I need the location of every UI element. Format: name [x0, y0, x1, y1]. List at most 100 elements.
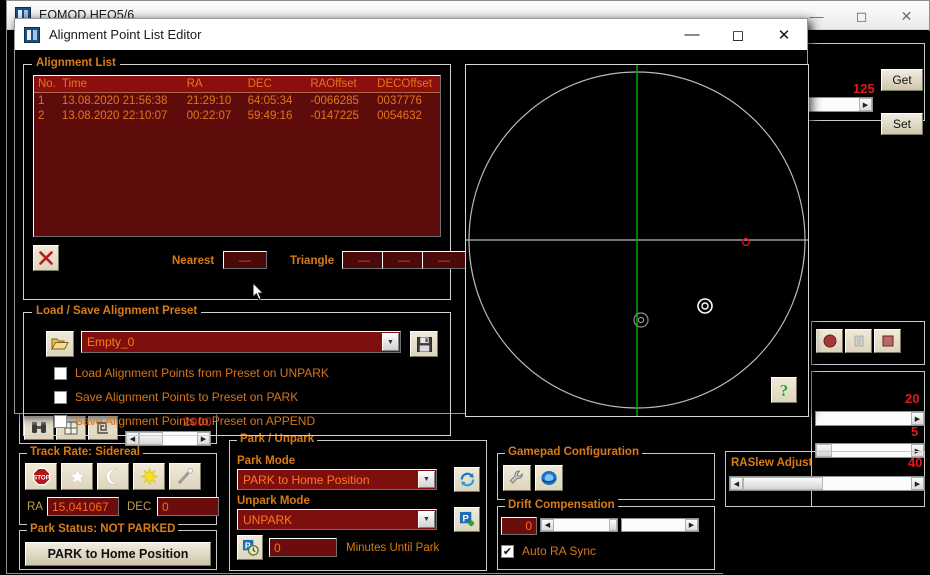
cell-ra: 21:29:10 — [183, 95, 244, 107]
save-on-park-label: Save Alignment Points to Preset on PARK — [75, 390, 298, 404]
delete-alignment-point-button[interactable] — [33, 245, 59, 271]
custom-rate-button[interactable] — [169, 463, 201, 490]
save-preset-button[interactable] — [410, 331, 438, 357]
load-save-preset-group: Load / Save Alignment Preset Empty_0 ▼ — [23, 312, 451, 436]
save-on-append-label: Save Alignment Points to Preset on APPEN… — [75, 414, 315, 428]
cell-decoffset: 0037776 — [373, 95, 440, 107]
green-question-mark-icon: ? — [775, 381, 793, 399]
triangle-value-3: — — [438, 253, 450, 267]
alignment-point-list-editor-dialog: Alignment Point List Editor — ◻ ✕ Alignm… — [14, 18, 808, 414]
gamepad-configure-button[interactable] — [503, 465, 531, 491]
blue-e-icon — [540, 469, 558, 487]
unpark-mode-select[interactable]: UNPARK ▼ — [237, 509, 437, 530]
checkbox-row-save-on-park[interactable]: Save Alignment Points to Preset on PARK — [54, 390, 298, 404]
lunar-rate-button[interactable] — [97, 463, 129, 490]
nearest-label: Nearest — [172, 255, 214, 267]
column-header-time: Time — [58, 78, 183, 90]
column-header-dec: DEC — [244, 78, 307, 90]
preset-select[interactable]: Empty_0 ▼ — [81, 331, 401, 353]
nearest-value: — — [239, 253, 251, 267]
unpark-mode-value: UNPARK — [238, 513, 417, 527]
park-mode-select[interactable]: PARK to Home Position ▼ — [237, 469, 437, 490]
scroll-left-arrow[interactable]: ◀ — [541, 519, 554, 531]
park-mode-label: Park Mode — [237, 455, 295, 467]
scroll-thumb[interactable] — [609, 519, 617, 531]
park-timer-icon: P — [242, 539, 259, 556]
drift-value-input[interactable]: 0 — [501, 517, 537, 535]
auto-ra-sync-label: Auto RA Sync — [522, 544, 596, 558]
table-row[interactable]: 2 13.08.2020 22:10:07 00:22:07 59:49:16 … — [34, 108, 440, 123]
app-root: EQMOD HEQ5/6 — ◻ ✕ tting Area 0000 — [0, 0, 930, 574]
alignment-list-table[interactable]: No. Time RA DEC RAOffset DECOffset 1 13.… — [33, 75, 441, 237]
load-on-unpark-checkbox[interactable] — [54, 367, 67, 380]
floppy-disk-icon — [416, 336, 433, 353]
cell-dec: 59:49:16 — [244, 110, 307, 122]
triangle-value-2: — — [398, 253, 410, 267]
checkbox-row-load-on-unpark[interactable]: Load Alignment Points from Preset on UNP… — [54, 366, 329, 380]
red-x-icon — [37, 249, 55, 267]
dec-rate-input[interactable]: 0 — [157, 497, 219, 516]
gamepad-refresh-button[interactable] — [535, 465, 563, 491]
park-mode-value: PARK to Home Position — [238, 473, 417, 487]
dialog-titlebar[interactable]: Alignment Point List Editor — ◻ ✕ — [15, 19, 807, 50]
chevron-down-icon[interactable]: ▼ — [418, 471, 435, 488]
stop-sign-icon: STOP — [32, 467, 51, 486]
unpark-mode-label: Unpark Mode — [237, 495, 310, 507]
save-on-park-checkbox[interactable] — [54, 391, 67, 404]
cell-ra: 00:22:07 — [183, 110, 244, 122]
park-to-home-position-button[interactable]: PARK to Home Position — [25, 542, 211, 566]
park-timer-button[interactable]: P — [237, 535, 263, 560]
moon-icon — [104, 467, 123, 486]
park-to-home-position-label: PARK to Home Position — [48, 547, 189, 561]
minutes-until-park-input[interactable]: 0 — [269, 538, 337, 557]
preset-legend: Load / Save Alignment Preset — [32, 305, 201, 317]
drift-value: 0 — [525, 519, 532, 533]
cell-time: 13.08.2020 22:10:07 — [58, 110, 183, 122]
ra-rate-input[interactable]: 15,041067 — [47, 497, 119, 516]
dialog-minimize-button[interactable]: — — [669, 19, 715, 50]
drift-legend: Drift Compensation — [505, 499, 618, 511]
table-row[interactable]: 1 13.08.2020 21:56:38 21:29:10 64:05:34 … — [34, 93, 440, 108]
add-park-position-icon: P — [459, 511, 476, 528]
add-park-position-button[interactable]: P — [454, 507, 480, 532]
refresh-park-button[interactable] — [454, 467, 480, 492]
sky-view-canvas[interactable]: ? — [465, 64, 809, 417]
alignment-list-legend: Alignment List — [32, 57, 120, 69]
auto-ra-sync-row[interactable]: ✔ Auto RA Sync — [501, 544, 596, 558]
dialog-close-button[interactable]: ✕ — [761, 19, 807, 50]
minutes-until-park-value: 0 — [274, 541, 281, 555]
nearest-value-field: — — [223, 251, 267, 269]
chevron-down-icon[interactable]: ▼ — [382, 333, 399, 351]
sky-view-help-button[interactable]: ? — [771, 377, 797, 403]
wrench-icon — [508, 469, 526, 487]
minimize-icon: — — [685, 26, 700, 43]
cell-no: 2 — [34, 110, 58, 122]
auto-ra-sync-checkbox[interactable]: ✔ — [501, 545, 514, 558]
chevron-down-icon[interactable]: ▼ — [418, 511, 435, 528]
column-header-no: No. — [34, 78, 58, 90]
park-status-legend: Park Status: NOT PARKED — [27, 523, 178, 535]
save-on-append-checkbox[interactable] — [54, 415, 67, 428]
gamepad-legend: Gamepad Configuration — [505, 446, 642, 458]
sky-view-graphic — [466, 65, 808, 416]
table-header-row: No. Time RA DEC RAOffset DECOffset — [34, 76, 440, 93]
svg-text:?: ? — [780, 381, 789, 399]
svg-text:STOP: STOP — [33, 474, 50, 481]
drift-scrollbar-left[interactable]: ◀ — [540, 518, 618, 532]
solar-rate-button[interactable] — [133, 463, 165, 490]
scroll-right-arrow[interactable]: ▶ — [685, 519, 698, 531]
dialog-maximize-button[interactable]: ◻ — [715, 19, 761, 50]
minutes-until-park-label: Minutes Until Park — [346, 542, 439, 554]
load-on-unpark-label: Load Alignment Points from Preset on UNP… — [75, 366, 329, 380]
checkbox-row-save-on-append[interactable]: Save Alignment Points to Preset on APPEN… — [54, 414, 315, 428]
dialog-title: Alignment Point List Editor — [49, 27, 201, 42]
cell-no: 1 — [34, 95, 58, 107]
drift-scrollbar-right[interactable]: ▶ — [621, 518, 699, 532]
sidereal-rate-button[interactable] — [61, 463, 93, 490]
scroll-track[interactable] — [554, 519, 609, 531]
column-header-decoffset: DECOffset — [373, 78, 440, 90]
drift-compensation-group: Drift Compensation — [497, 506, 715, 570]
open-preset-button[interactable] — [46, 331, 74, 357]
scroll-track[interactable] — [622, 519, 685, 531]
stop-tracking-button[interactable]: STOP — [25, 463, 57, 490]
